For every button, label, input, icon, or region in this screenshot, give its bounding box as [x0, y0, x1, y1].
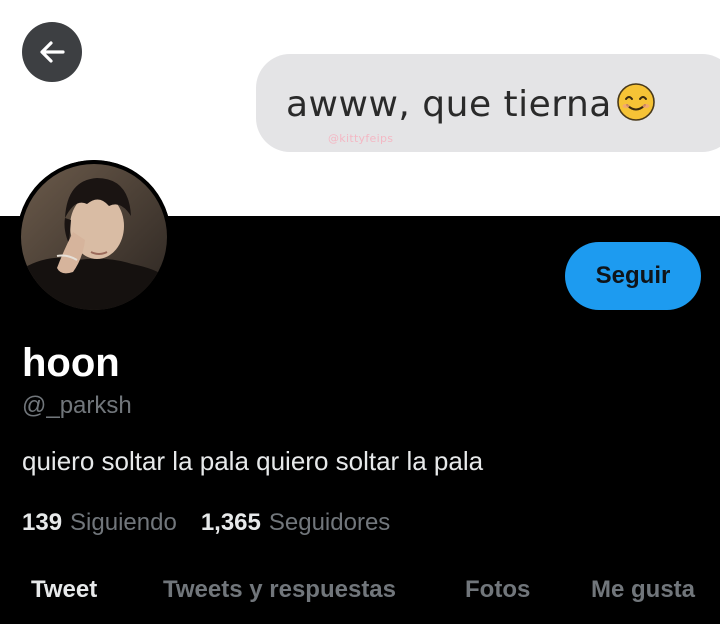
- following-count: 139: [22, 509, 63, 536]
- arrow-left-icon: [40, 41, 65, 63]
- follow-button[interactable]: Seguir: [565, 242, 701, 310]
- followers-count: 1,365: [200, 509, 261, 536]
- profile-tabs: Tweet Tweets y respuestas Fotos Me gusta: [0, 568, 720, 624]
- tab-tweet[interactable]: Tweet: [31, 568, 97, 612]
- tab-tweets-and-replies[interactable]: Tweets y respuestas: [163, 568, 396, 612]
- back-button[interactable]: [22, 22, 82, 82]
- profile-bio: quiero soltar la pala quiero soltar la p…: [22, 446, 484, 476]
- followers-stat[interactable]: 1,365 Seguidores: [201, 509, 390, 537]
- tab-photos[interactable]: Fotos: [465, 568, 530, 612]
- message-text: awww, que tierna: [286, 82, 656, 125]
- avatar[interactable]: [17, 160, 171, 314]
- profile-stats: 139 Siguiendo 1,365 Seguidores: [22, 509, 414, 537]
- user-handle: @_parksh: [22, 392, 132, 419]
- tab-likes[interactable]: Me gusta: [591, 568, 695, 612]
- display-name: hoon: [22, 341, 120, 385]
- message-bubble: awww, que tierna: [256, 54, 720, 152]
- avatar-photo: [17, 160, 171, 314]
- following-stat[interactable]: 139 Siguiendo: [22, 509, 177, 537]
- smiling-face-emoji-icon: [617, 82, 655, 121]
- followers-label: Seguidores: [268, 509, 391, 536]
- profile-screen: awww, que tierna @kittyfeips Seguir hoon…: [0, 0, 720, 624]
- following-label: Siguiendo: [70, 509, 177, 536]
- watermark-text: @kittyfeips: [328, 132, 394, 145]
